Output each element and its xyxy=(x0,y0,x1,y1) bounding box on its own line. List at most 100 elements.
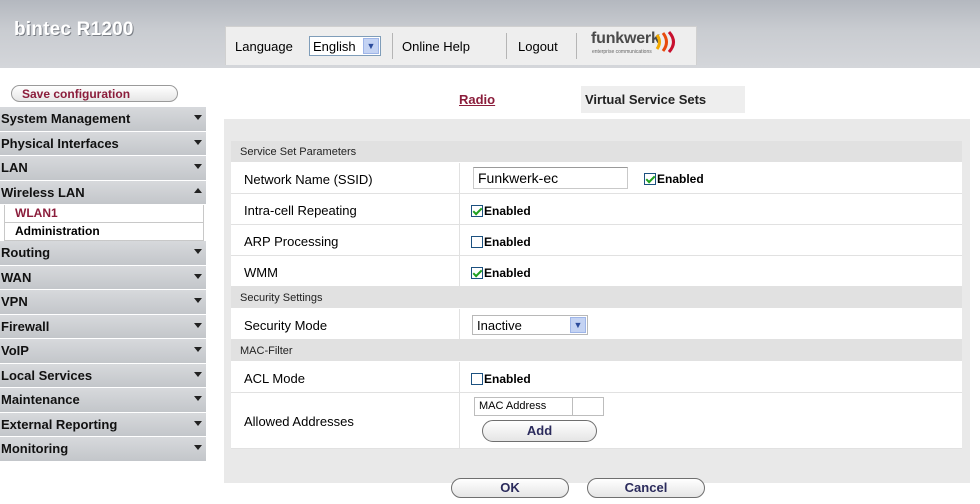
sidebar-subitem-administration[interactable]: Administration xyxy=(4,223,204,241)
form-row-wmm: WMM Enabled xyxy=(231,256,962,287)
checkbox-box[interactable] xyxy=(471,267,483,279)
security-mode-select[interactable]: Inactive ▼ xyxy=(472,315,588,335)
sidebar-item-firewall[interactable]: Firewall xyxy=(0,314,206,339)
chevron-down-icon xyxy=(194,139,202,145)
form-row-intra-cell: Intra-cell Repeating Enabled xyxy=(231,194,962,225)
sidebar-item-vpn[interactable]: VPN xyxy=(0,290,206,315)
section-header: Security Settings xyxy=(231,287,962,309)
add-button[interactable]: Add xyxy=(482,420,597,442)
chevron-down-icon xyxy=(194,273,202,279)
chevron-down-icon xyxy=(194,396,202,401)
sidebar-item-label: VPN xyxy=(1,294,28,309)
table-header: MAC Address xyxy=(474,397,604,416)
ok-button[interactable]: OK xyxy=(451,478,569,498)
select-value: Inactive xyxy=(477,318,522,333)
online-help-link[interactable]: Online Help xyxy=(402,39,470,54)
sidebar-item-system-management[interactable]: System Management xyxy=(0,107,206,132)
sidebar-item-label: Monitoring xyxy=(1,441,69,456)
checkbox-label: Enabled xyxy=(484,372,531,386)
ssid-input[interactable]: Funkwerk-ec xyxy=(473,167,628,189)
sidebar-item-lan[interactable]: LAN xyxy=(0,156,206,181)
tab-virtual-service-sets[interactable]: Virtual Service Sets xyxy=(581,86,745,113)
column-divider xyxy=(459,393,460,448)
sidebar-item-maintenance[interactable]: Maintenance xyxy=(0,388,206,413)
logout-link[interactable]: Logout xyxy=(518,39,558,54)
acl-mode-checkbox[interactable]: Enabled xyxy=(471,372,531,386)
logo-tagline: enterprise communications xyxy=(592,49,652,55)
logo-wordmark: funkwerk xyxy=(591,30,660,47)
checkbox-label: Enabled xyxy=(657,172,704,186)
sidebar-item-label: Wireless LAN xyxy=(1,184,85,200)
column-divider xyxy=(459,309,460,339)
sidebar-item-wireless-lan[interactable]: Wireless LAN xyxy=(0,180,206,205)
sidebar-item-physical-interfaces[interactable]: Physical Interfaces xyxy=(0,131,206,156)
sidebar-item-local-services[interactable]: Local Services xyxy=(0,363,206,388)
section-header: Service Set Parameters xyxy=(231,141,962,163)
chevron-down-icon[interactable]: ▼ xyxy=(363,38,379,54)
sidebar-item-label: VoIP xyxy=(1,343,29,358)
arp-checkbox[interactable]: Enabled xyxy=(471,235,531,249)
sidebar-subitem-wlan1[interactable]: WLAN1 xyxy=(4,205,204,223)
field-label: Network Name (SSID) xyxy=(244,172,373,187)
chevron-down-icon xyxy=(194,420,202,426)
column-divider xyxy=(459,163,460,193)
sidebar-item-label: Firewall xyxy=(1,318,50,334)
product-title: bintec R1200 xyxy=(14,19,134,40)
chevron-down-icon xyxy=(194,249,202,254)
tab-radio-settings[interactable]: Radio Settings xyxy=(455,86,514,134)
form-row-acl-mode: ACL Mode Enabled xyxy=(231,362,962,393)
checkbox-box[interactable] xyxy=(644,173,656,185)
field-label: Allowed Addresses xyxy=(244,414,354,429)
funkwerk-logo: funkwerk enterprise communications xyxy=(591,30,691,62)
wmm-checkbox[interactable]: Enabled xyxy=(471,266,531,280)
intra-cell-checkbox[interactable]: Enabled xyxy=(471,204,531,218)
column-divider xyxy=(459,362,460,392)
sidebar-item-label: LAN xyxy=(1,160,28,175)
column-header-mac-address: MAC Address xyxy=(479,400,547,412)
section-header: MAC-Filter xyxy=(231,340,962,362)
sidebar-nav: System Management Physical Interfaces LA… xyxy=(0,107,206,462)
chevron-down-icon xyxy=(194,445,202,450)
header-bar: bintec R1200 Language English ▼ Online H… xyxy=(0,0,980,68)
sidebar-item-routing[interactable]: Routing xyxy=(0,241,206,266)
save-configuration-button[interactable]: Save configuration xyxy=(11,85,178,102)
sidebar-item-monitoring[interactable]: Monitoring xyxy=(0,437,206,462)
chevron-down-icon xyxy=(194,371,202,377)
sidebar-item-wan[interactable]: WAN xyxy=(0,265,206,290)
sidebar-item-external-reporting[interactable]: External Reporting xyxy=(0,412,206,437)
form-buttons: OK Cancel xyxy=(231,478,962,504)
chevron-down-icon xyxy=(194,347,202,352)
field-label: Intra-cell Repeating xyxy=(244,203,357,218)
content-panel: Service Set Parameters Network Name (SSI… xyxy=(224,119,970,498)
form-row-security-mode: Security Mode Inactive ▼ xyxy=(231,309,962,340)
checkbox-box[interactable] xyxy=(471,236,483,248)
sidebar-item-label: External Reporting xyxy=(1,416,118,432)
ssid-enabled-checkbox[interactable]: Enabled xyxy=(644,172,704,186)
sidebar-item-label: System Management xyxy=(1,111,131,126)
cancel-button[interactable]: Cancel xyxy=(587,478,705,498)
sidebar-item-voip[interactable]: VoIP xyxy=(0,339,206,364)
checkbox-box[interactable] xyxy=(471,205,483,217)
field-label: ARP Processing xyxy=(244,234,339,249)
chevron-down-icon xyxy=(194,298,202,303)
language-value: English xyxy=(313,39,356,54)
language-select[interactable]: English ▼ xyxy=(309,36,381,56)
chevron-down-icon xyxy=(194,322,202,328)
form-row-arp: ARP Processing Enabled xyxy=(231,225,962,256)
checkbox-label: Enabled xyxy=(484,266,531,280)
column-divider xyxy=(459,194,460,224)
checkbox-box[interactable] xyxy=(471,373,483,385)
sidebar-item-label: WAN xyxy=(1,269,32,285)
toolbar-divider xyxy=(392,33,393,59)
chevron-down-icon[interactable]: ▼ xyxy=(570,317,586,333)
sidebar-item-label: Routing xyxy=(1,245,51,260)
settings-form: Service Set Parameters Network Name (SSI… xyxy=(231,141,962,449)
sidebar-item-label: Maintenance xyxy=(1,392,80,407)
chevron-down-icon xyxy=(194,115,202,120)
language-label: Language xyxy=(235,39,293,54)
column-divider xyxy=(459,225,460,255)
mac-address-table: MAC Address Add xyxy=(474,397,604,445)
sidebar: Save configuration System Management Phy… xyxy=(0,79,206,504)
checkbox-label: Enabled xyxy=(484,235,531,249)
field-label: WMM xyxy=(244,265,278,280)
